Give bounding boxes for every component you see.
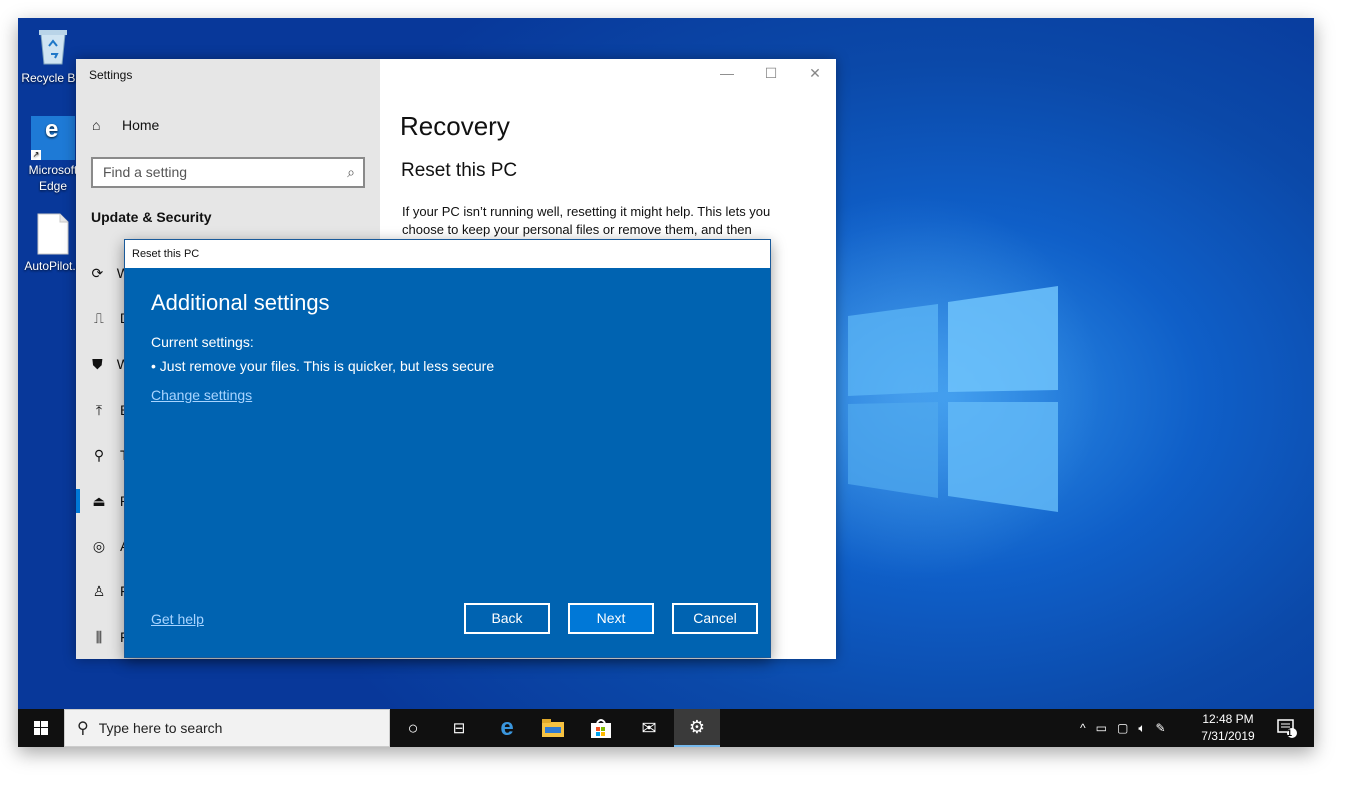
settings-taskbar-button[interactable]: ⚙	[674, 709, 720, 747]
find-device-icon: ♙	[92, 582, 106, 599]
selected-indicator	[76, 489, 80, 513]
settings-search-input[interactable]: Find a setting ⌕	[91, 157, 365, 188]
clock-date: 7/31/2019	[1201, 729, 1255, 743]
section-heading: Reset this PC	[401, 160, 518, 181]
close-button[interactable]: ✕	[806, 65, 824, 82]
taskbar: ⚲ Type here to search ○ ⊟ e ✉ ⚙ ^ ▭ ▢ 🔈︎…	[18, 709, 1314, 747]
wrench-icon: ⚲	[93, 446, 105, 463]
edge-icon: e ↗	[31, 116, 75, 160]
home-nav-item[interactable]: ⌂ Home	[92, 117, 159, 133]
maximize-button[interactable]: ☐	[762, 65, 780, 82]
taskbar-search-input[interactable]: ⚲ Type here to search	[64, 709, 390, 747]
taskbar-edge-button[interactable]: e	[484, 709, 530, 747]
description-text: If your PC isn’t running well, resetting…	[402, 204, 771, 237]
app-title: Settings	[89, 68, 133, 82]
gear-icon: ⚙	[688, 716, 706, 737]
windows-start-icon	[34, 721, 48, 735]
shield-icon: ⛊	[92, 355, 103, 372]
taskbar-clock[interactable]: 12:48 PM 7/31/2019	[1196, 711, 1260, 745]
recycle-bin-icon	[33, 24, 73, 68]
clock-time: 12:48 PM	[1202, 712, 1254, 726]
delivery-icon: ⎍	[94, 309, 104, 326]
battery-icon[interactable]: ▭	[1096, 721, 1107, 735]
file-explorer-button[interactable]	[530, 709, 576, 747]
change-settings-link[interactable]: Change settings	[151, 387, 252, 403]
developer-icon: ⫼	[95, 628, 103, 645]
mail-button[interactable]: ✉	[626, 709, 672, 747]
search-placeholder: Find a setting	[103, 164, 188, 180]
edge-icon: e	[500, 714, 514, 741]
home-label: Home	[122, 117, 160, 133]
system-tray: ^ ▭ ▢ 🔈︎ ✎	[1080, 709, 1166, 747]
store-button[interactable]	[578, 709, 624, 747]
page-title: Recovery	[400, 111, 510, 141]
action-center-button[interactable]: 1	[1272, 709, 1302, 747]
current-settings-label: Current settings:	[151, 334, 254, 350]
task-view-button[interactable]: ⊟	[436, 709, 482, 747]
dialog-heading: Additional settings	[151, 290, 330, 315]
dialog-title: Reset this PC	[125, 240, 770, 268]
mail-icon: ✉	[641, 717, 657, 738]
sync-icon: ⟳	[91, 264, 104, 281]
notification-count: 1	[1287, 728, 1293, 738]
file-icon	[33, 212, 73, 256]
recovery-icon: ⏏	[92, 492, 106, 509]
task-view-icon: ⊟	[452, 720, 466, 737]
desktop: Recycle Bin e ↗ Microsoft Edge AutoPilot…	[18, 18, 1314, 747]
search-icon: ⚲	[77, 720, 89, 737]
window-controls: — ☐ ✕	[718, 65, 824, 82]
reset-pc-dialog: Reset this PC Additional settings Curren…	[124, 239, 771, 658]
volume-icon[interactable]: 🔈︎	[1138, 721, 1145, 736]
cancel-button[interactable]: Cancel	[672, 603, 758, 634]
activation-icon: ◎	[92, 537, 106, 554]
section-title: Update & Security	[91, 209, 212, 225]
next-button[interactable]: Next	[568, 603, 654, 634]
minimize-button[interactable]: —	[718, 65, 736, 82]
current-settings-item: • Just remove your files. This is quicke…	[151, 358, 495, 374]
cortana-button[interactable]: ○	[390, 709, 436, 747]
home-icon: ⌂	[92, 117, 101, 133]
network-icon[interactable]: ▢	[1117, 721, 1128, 735]
back-button[interactable]: Back	[464, 603, 550, 634]
get-help-link[interactable]: Get help	[151, 611, 204, 627]
chevron-up-icon[interactable]: ^	[1080, 721, 1086, 735]
folder-icon	[542, 719, 564, 737]
taskbar-search-placeholder: Type here to search	[98, 720, 223, 736]
backup-icon: ⤒	[95, 401, 103, 418]
cortana-icon: ○	[407, 717, 419, 738]
store-icon	[591, 719, 611, 738]
search-icon: ⌕	[347, 164, 355, 180]
start-button[interactable]	[18, 709, 64, 747]
windows-logo-wallpaper	[848, 286, 1058, 512]
pen-icon[interactable]: ✎	[1156, 721, 1166, 735]
